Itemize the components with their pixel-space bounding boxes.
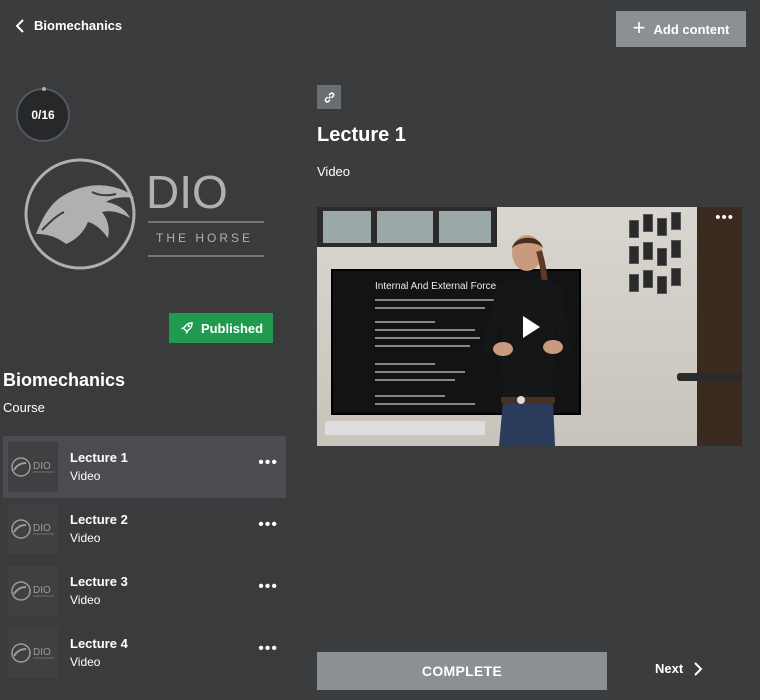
status-badge[interactable]: Published bbox=[169, 313, 273, 343]
progress-count: 0/16 bbox=[31, 108, 55, 122]
play-icon[interactable] bbox=[521, 315, 541, 339]
video-window bbox=[317, 207, 497, 247]
svg-text:DIO: DIO bbox=[33, 461, 51, 472]
back-label: Biomechanics bbox=[34, 18, 123, 33]
svg-text:DIO: DIO bbox=[33, 523, 51, 534]
video-menu-icon[interactable]: ••• bbox=[715, 210, 734, 225]
sidebar: 0/16 DIO THE HORSE Published Biomechanic… bbox=[0, 58, 290, 700]
video-player[interactable]: Internal And External Force ••• bbox=[317, 207, 742, 446]
lecture-type: Video bbox=[70, 530, 101, 545]
video-table bbox=[677, 373, 742, 381]
status-label: Published bbox=[200, 320, 264, 336]
add-content-button[interactable]: + Add content bbox=[616, 11, 746, 47]
lecture-thumbnail: DIO bbox=[8, 442, 58, 492]
video-door bbox=[697, 207, 742, 446]
next-button[interactable]: Next bbox=[655, 661, 703, 676]
lecture-title: Lecture 3 bbox=[70, 573, 128, 589]
main-content: Lecture 1 Video Internal And External Fo… bbox=[290, 58, 760, 700]
course-title: Biomechanics bbox=[3, 370, 126, 390]
chevron-left-icon bbox=[15, 18, 24, 33]
svg-text:DIO: DIO bbox=[33, 585, 51, 596]
chevron-right-icon bbox=[694, 661, 703, 676]
progress-indicator bbox=[42, 87, 46, 91]
lecture-title: Lecture 1 bbox=[70, 449, 128, 465]
lecture-content-type: Video bbox=[317, 164, 351, 179]
lecture-title: Lecture 2 bbox=[70, 511, 128, 527]
lecture-heading: Lecture 1 bbox=[317, 124, 406, 146]
course-type: Course bbox=[3, 400, 45, 415]
progress-ring: 0/16 bbox=[16, 87, 70, 142]
complete-button[interactable]: COMPLETE bbox=[317, 652, 607, 690]
lecture-type: Video bbox=[70, 654, 101, 669]
lecture-thumbnail: DIO bbox=[8, 566, 58, 616]
next-label: Next bbox=[655, 661, 684, 676]
back-link[interactable]: Biomechanics bbox=[14, 18, 122, 33]
complete-label: COMPLETE bbox=[421, 663, 503, 679]
list-item[interactable]: DIO Lecture 1 Video ••• bbox=[3, 436, 286, 498]
lecture-list: DIO Lecture 1 Video ••• DIO Lecture 2 Vi… bbox=[3, 436, 286, 684]
list-item[interactable]: DIO Lecture 4 Video ••• bbox=[3, 622, 286, 684]
video-wall-frames bbox=[629, 212, 689, 332]
lecture-thumbnail: DIO bbox=[8, 628, 58, 678]
rocket-icon bbox=[180, 321, 193, 334]
link-icon bbox=[324, 91, 334, 103]
lecture-type: Video bbox=[70, 468, 101, 483]
lecture-type: Video bbox=[70, 592, 101, 607]
course-logo: DIO THE HORSE bbox=[24, 158, 264, 270]
top-bar: Biomechanics + Add content bbox=[0, 0, 760, 58]
list-item[interactable]: DIO Lecture 3 Video ••• bbox=[3, 560, 286, 622]
lecture-title: Lecture 4 bbox=[70, 635, 128, 651]
logo-brand: DIO bbox=[146, 166, 228, 218]
more-options-icon[interactable]: ••• bbox=[258, 517, 278, 533]
more-options-icon[interactable]: ••• bbox=[258, 455, 278, 471]
more-options-icon[interactable]: ••• bbox=[258, 641, 278, 657]
list-item[interactable]: DIO Lecture 2 Video ••• bbox=[3, 498, 286, 560]
more-options-icon[interactable]: ••• bbox=[258, 579, 278, 595]
copy-link-button[interactable] bbox=[317, 85, 341, 109]
svg-text:DIO: DIO bbox=[33, 647, 51, 658]
lecture-thumbnail: DIO bbox=[8, 504, 58, 554]
logo-subtitle: THE HORSE bbox=[156, 231, 253, 245]
video-tv-stand bbox=[325, 421, 485, 435]
plus-icon: + bbox=[632, 15, 646, 40]
add-content-label: Add content bbox=[653, 21, 730, 37]
